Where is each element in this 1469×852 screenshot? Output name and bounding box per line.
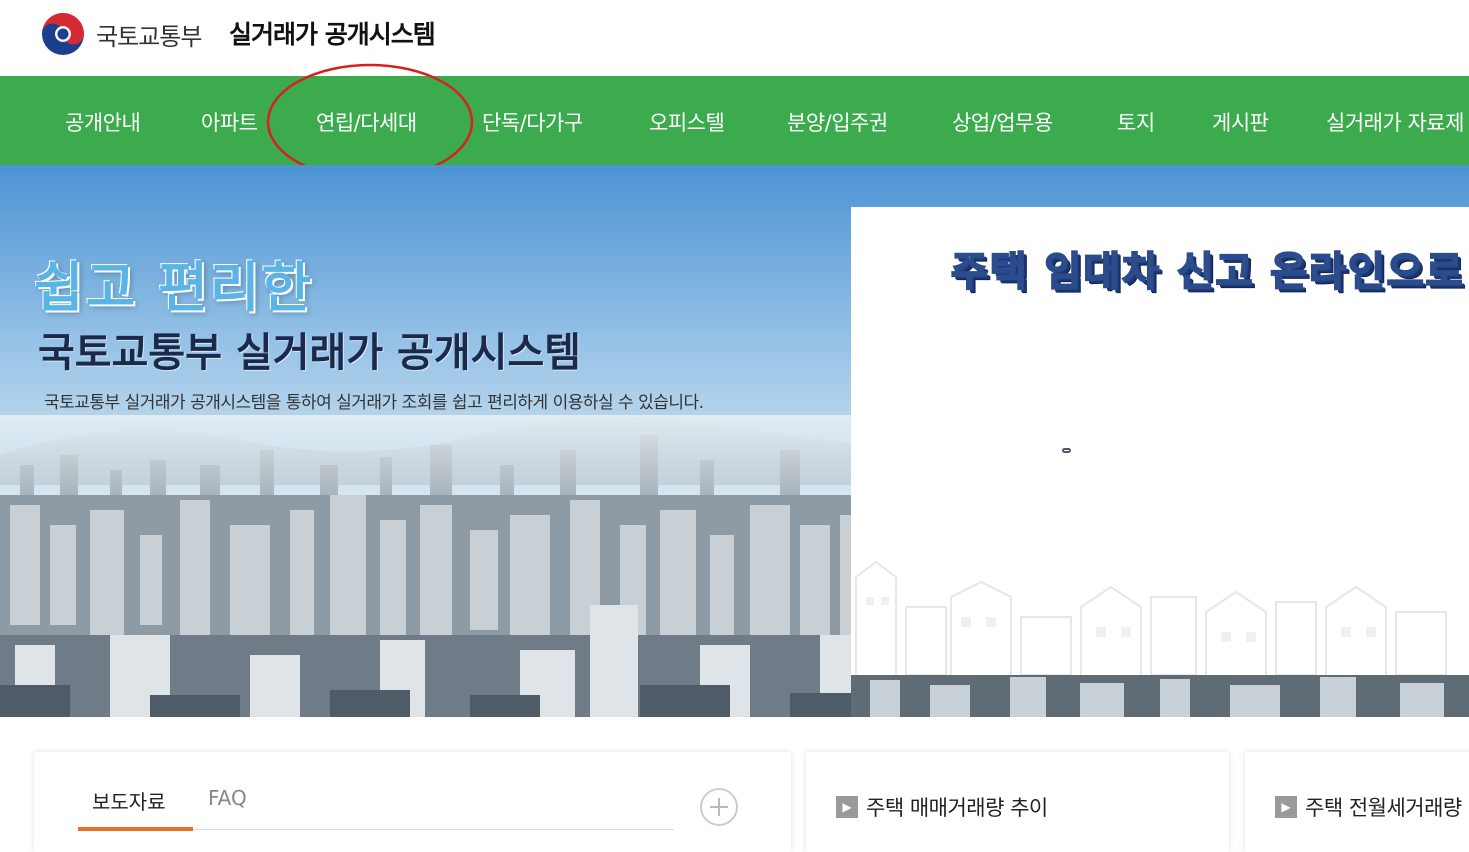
rental-report-banner[interactable]: 주택 임대차 신고 온라인으로 진 xyxy=(851,207,1469,675)
nav-item-data-provision[interactable]: 실거래가 자료제 xyxy=(1326,107,1464,137)
loading-indicator-icon xyxy=(1062,448,1071,453)
tab-faq[interactable]: FAQ xyxy=(208,786,247,810)
ministry-name[interactable]: 국토교통부 xyxy=(96,17,202,52)
banner-headline: 주택 임대차 신고 온라인으로 진 xyxy=(950,248,1469,296)
active-tab-indicator xyxy=(78,827,193,831)
main-nav: 공개안내 아파트 연립/다세대 단독/다가구 오피스텔 분양/입주권 상업/업무… xyxy=(0,76,1469,165)
nav-item-row-house[interactable]: 연립/다세대 xyxy=(316,107,417,137)
nav-item-disclosure-guide[interactable]: 공개안내 xyxy=(65,107,141,137)
site-header: 국토교통부 실거래가 공개시스템 xyxy=(0,0,1469,76)
rent-trend-title[interactable]: 주택 전월세거래량 xyxy=(1305,792,1462,822)
nav-item-presale-rights[interactable]: 분양/입주권 xyxy=(787,107,888,137)
banner-houses-illustration xyxy=(855,560,1447,675)
chevron-right-icon: ▶ xyxy=(1275,796,1297,818)
news-panel: 보도자료 FAQ xyxy=(34,752,791,852)
plus-circle-icon[interactable] xyxy=(700,788,738,826)
sales-trend-panel: ▶ 주택 매매거래량 추이 xyxy=(806,752,1229,852)
hero-title-line1: 쉽고 편리한 xyxy=(34,256,314,319)
hero-title-line2: 국토교통부 실거래가 공개시스템 xyxy=(38,330,582,376)
nav-item-land[interactable]: 토지 xyxy=(1117,107,1155,137)
nav-item-officetel[interactable]: 오피스텔 xyxy=(649,107,725,137)
system-name[interactable]: 실거래가 공개시스템 xyxy=(229,15,436,51)
nav-item-apartment[interactable]: 아파트 xyxy=(201,107,258,137)
sales-trend-title[interactable]: 주택 매매거래량 추이 xyxy=(866,792,1048,822)
tab-press-release[interactable]: 보도자료 xyxy=(92,786,166,815)
nav-item-board[interactable]: 게시판 xyxy=(1212,107,1269,137)
hero-description: 국토교통부 실거래가 공개시스템을 통하여 실거래가 조회를 쉽고 편리하게 이… xyxy=(44,393,704,413)
nav-item-detached-house[interactable]: 단독/다가구 xyxy=(482,107,583,137)
rent-trend-panel: ▶ 주택 전월세거래량 xyxy=(1245,752,1469,852)
government-logo-icon[interactable] xyxy=(40,11,86,57)
nav-item-commercial[interactable]: 상업/업무용 xyxy=(952,107,1053,137)
chevron-right-icon: ▶ xyxy=(836,796,858,818)
